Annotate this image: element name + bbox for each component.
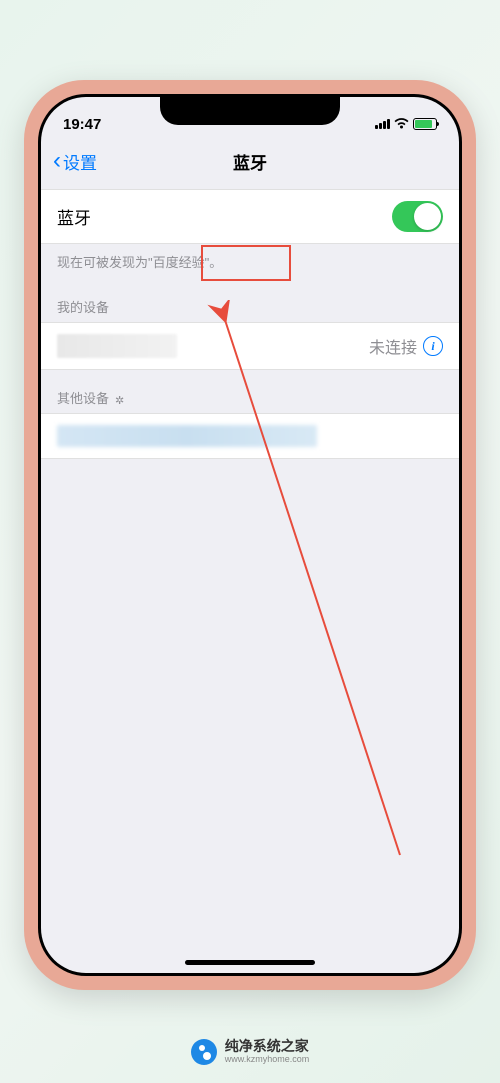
phone-screen: 19:47 ‹ 设置 蓝牙: [41, 97, 459, 973]
my-devices-header: 我的设备: [41, 279, 459, 322]
my-device-row[interactable]: 未连接 i: [41, 322, 459, 370]
phone-frame: 19:47 ‹ 设置 蓝牙: [24, 80, 476, 990]
connection-status-text: 未连接: [369, 334, 417, 358]
watermark: 纯净系统之家 www.kzmyhome.com: [0, 1039, 500, 1065]
battery-fill: [415, 120, 432, 128]
phone-bezel: 19:47 ‹ 设置 蓝牙: [38, 94, 462, 976]
watermark-text: 纯净系统之家 www.kzmyhome.com: [225, 1039, 310, 1064]
other-devices-header: 其他设备: [41, 370, 459, 413]
watermark-url-text: www.kzmyhome.com: [225, 1055, 310, 1065]
other-device-row[interactable]: [41, 413, 459, 459]
back-label: 设置: [63, 149, 97, 174]
battery-icon: [413, 118, 437, 130]
toggle-knob: [414, 203, 441, 230]
status-indicators: [375, 117, 437, 132]
wifi-icon: [394, 117, 409, 132]
watermark-logo-icon: [191, 1039, 217, 1065]
chevron-left-icon: ‹: [53, 149, 61, 173]
other-device-name-redacted: [57, 425, 317, 447]
navigation-bar: ‹ 设置 蓝牙: [41, 141, 459, 181]
device-name-redacted: [57, 334, 177, 358]
device-status: 未连接 i: [369, 334, 443, 358]
page-title: 蓝牙: [233, 149, 267, 174]
bluetooth-toggle-row[interactable]: 蓝牙: [41, 189, 459, 244]
info-icon[interactable]: i: [423, 336, 443, 356]
back-button[interactable]: ‹ 设置: [53, 149, 97, 174]
settings-content: 蓝牙 现在可被发现为"百度经验"。 我的设备 未连接 i: [41, 189, 459, 459]
annotation-highlight-box: [201, 245, 291, 281]
bluetooth-toggle-label: 蓝牙: [57, 204, 91, 229]
bluetooth-toggle-switch[interactable]: [392, 201, 443, 232]
loading-spinner-icon: [115, 392, 127, 404]
status-time: 19:47: [63, 116, 101, 133]
watermark-main-text: 纯净系统之家: [225, 1039, 310, 1054]
notch: [160, 97, 340, 125]
discoverable-status: 现在可被发现为"百度经验"。: [41, 244, 459, 279]
home-indicator[interactable]: [185, 960, 315, 965]
cellular-signal-icon: [375, 119, 390, 129]
